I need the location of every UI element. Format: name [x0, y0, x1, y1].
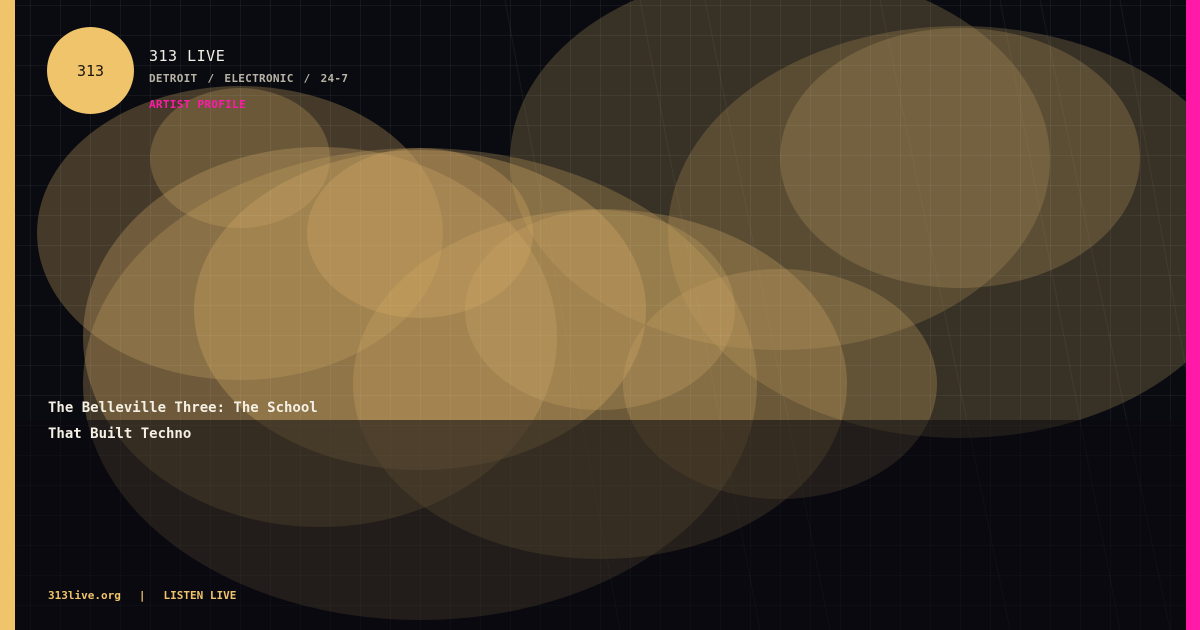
- logo-text: 313: [76, 61, 105, 80]
- station-name: 313 LIVE: [149, 47, 226, 65]
- headline-line-2: That Built Techno: [48, 426, 192, 442]
- section-label: ARTIST PROFILE: [149, 98, 246, 111]
- tag-city: DETROIT: [149, 72, 198, 85]
- left-accent-bar: [0, 0, 15, 630]
- tag-genre: ELECTRONIC: [224, 72, 294, 85]
- headline-line-1: The Belleville Three: The School: [48, 400, 318, 416]
- listen-live-link[interactable]: LISTEN LIVE: [163, 589, 236, 602]
- bokeh-background: [37, 0, 1200, 630]
- footer: 313live.org | LISTEN LIVE: [48, 589, 236, 602]
- tag-separator: /: [303, 72, 311, 85]
- tag-schedule: 24-7: [320, 72, 349, 85]
- station-tags: DETROIT / ELECTRONIC / 24-7: [149, 72, 348, 85]
- footer-divider: |: [138, 589, 146, 602]
- bokeh-circles: [37, 0, 1200, 620]
- right-accent-bar: [1186, 0, 1200, 630]
- logo-badge: 313: [47, 27, 134, 114]
- tag-separator: /: [207, 72, 215, 85]
- site-url[interactable]: 313live.org: [48, 589, 121, 602]
- share-card: 313 313 LIVE DETROIT / ELECTRONIC / 24-7 ART…: [0, 0, 1200, 630]
- article-headline: The Belleville Three: The School That Bu…: [48, 395, 408, 447]
